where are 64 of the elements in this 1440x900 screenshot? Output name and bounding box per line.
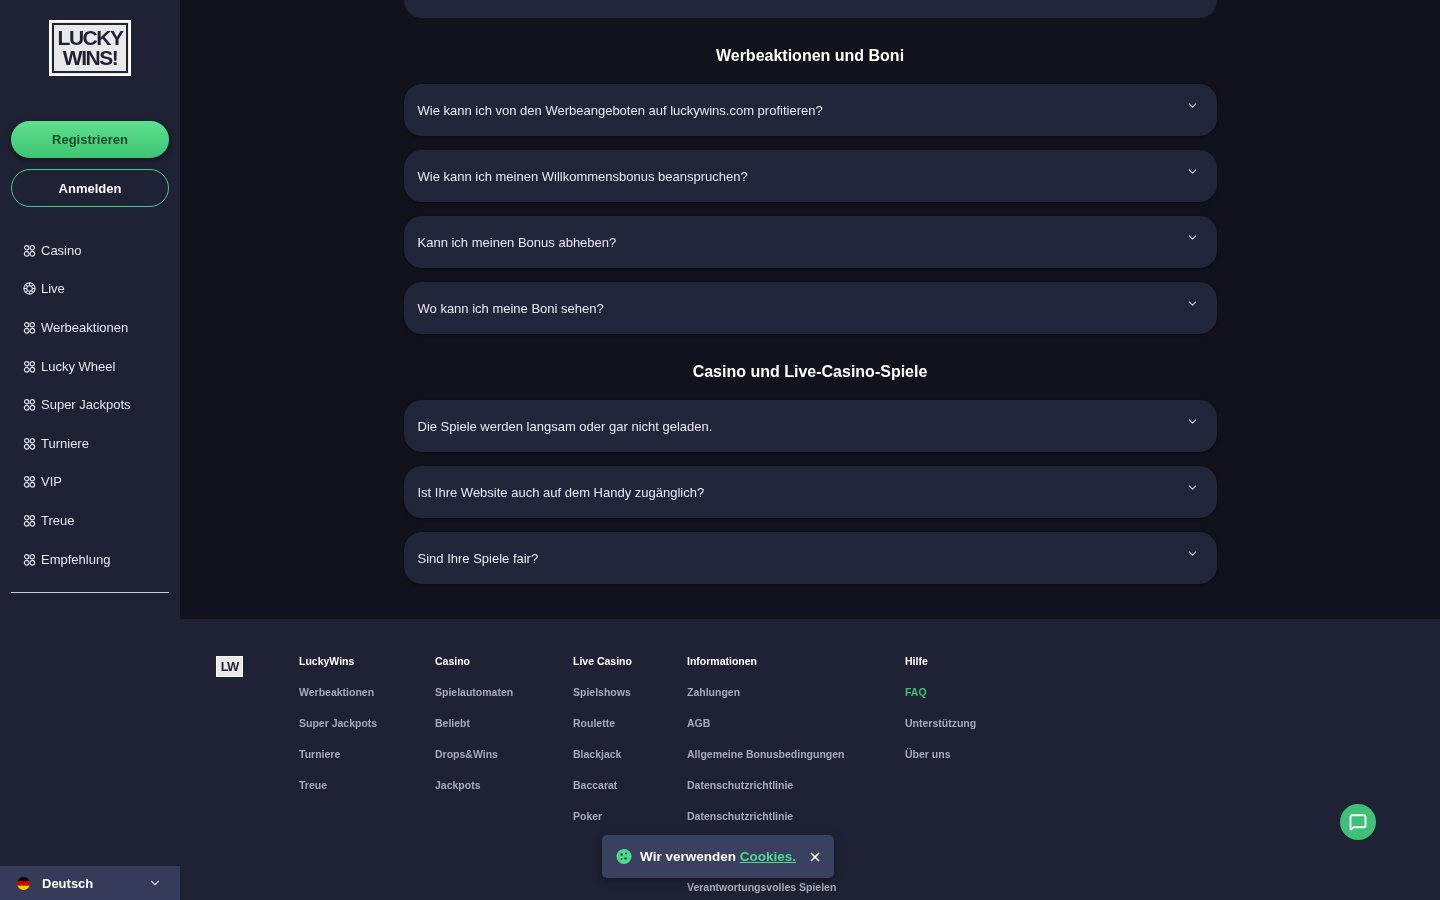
cherry-icon [23, 359, 36, 373]
footer-heading: Live Casino [573, 654, 633, 669]
faq-question[interactable]: Wie kann ich meinen Willkommensbonus beanspruchen? [403, 150, 1217, 202]
faq-question[interactable]: Ist Ihre Website auch auf dem Handy zugänglich? [403, 466, 1217, 518]
nav-item[interactable]: Casino [11, 231, 169, 270]
faq-question[interactable]: Wo kann ich meine Boni sehen? [403, 282, 1217, 334]
nav-item[interactable]: Turniere [11, 423, 169, 463]
faq-question[interactable]: Kann ich meinen Bonus abheben? [403, 216, 1217, 268]
faq-question[interactable]: Die Spiele werden langsam oder gar nicht geladen. [403, 400, 1217, 452]
cherry-icon [23, 475, 36, 489]
language-selector[interactable]: Deutsch [0, 866, 180, 900]
faq-question[interactable]: Wie kann ich von den Werbeangeboten auf luckywins.com profitieren? [403, 84, 1217, 136]
nav-item[interactable]: VIP [11, 462, 169, 502]
nav-item[interactable]: Werbeaktionen [11, 308, 169, 347]
nav-item[interactable]: Treue [11, 501, 169, 540]
footer-link[interactable]: Allgemeine Bonusbedingungen [687, 747, 845, 761]
footer-link[interactable]: Jackpots [435, 778, 481, 792]
cherry-icon [23, 398, 36, 412]
footer-link[interactable]: Datenschutzrichtlinie [687, 778, 794, 792]
register-button[interactable]: Registrieren [11, 121, 169, 158]
footer-link[interactable]: AGB [687, 716, 711, 730]
footer-link[interactable]: FAQ [905, 685, 927, 699]
nav-item[interactable]: Super Jackpots [11, 385, 169, 424]
footer-link[interactable]: Unterstützung [905, 716, 977, 730]
footer-link[interactable]: Treue [299, 778, 327, 792]
chip-icon [23, 282, 36, 296]
footer-link[interactable]: Beliebt [435, 716, 470, 730]
footer-link[interactable]: Datenschutzrichtlinie [687, 809, 794, 823]
cherry-icon [23, 513, 36, 527]
nav-item[interactable]: Empfehlung [11, 539, 169, 579]
cherry-icon [23, 243, 36, 257]
footer-heading: LuckyWins [299, 654, 356, 669]
footer-link[interactable]: Über uns [905, 747, 951, 761]
cherry-icon [23, 552, 36, 566]
footer-link[interactable]: Spielshows [573, 685, 631, 699]
cherry-icon [23, 321, 36, 334]
nav-item[interactable]: Lucky Wheel [11, 346, 169, 386]
footer-link[interactable]: Poker [573, 809, 603, 823]
nav-item[interactable]: Live [11, 269, 169, 309]
footer-link[interactable]: Werbeaktionen [299, 685, 375, 699]
footer-link[interactable]: Turniere [299, 747, 341, 761]
footer-heading: Informationen [687, 654, 758, 669]
footer-logo[interactable]: LW [216, 656, 243, 677]
faq-question[interactable]: Sind Ihre Spiele fair? [403, 532, 1217, 584]
footer-link[interactable]: Spielautomaten [435, 685, 514, 699]
cookie-message: Wir verwenden Cookies. [640, 849, 796, 864]
footer-link[interactable]: Roulette [573, 716, 615, 730]
section-title: Casino und Live-Casino-Spiele [692, 362, 928, 382]
lucky-wins-logo[interactable]: LUCKY WINS! [49, 20, 131, 76]
footer-heading: Hilfe [905, 654, 929, 669]
cherry-icon [23, 436, 36, 450]
section-title: Werbeaktionen und Boni [715, 46, 905, 66]
cookie-icon [616, 848, 633, 865]
chat-button[interactable] [1340, 804, 1376, 840]
cookies-link[interactable]: Cookies. [739, 849, 796, 864]
footer-heading: Casino [435, 654, 471, 669]
flag-icon [17, 876, 30, 890]
footer-link[interactable]: Drops&Wins [435, 747, 498, 761]
footer-link[interactable]: Super Jackpots [299, 716, 378, 730]
footer-link[interactable]: Zahlungen [687, 685, 741, 699]
footer-link[interactable]: Baccarat [573, 778, 618, 792]
chat-icon [1349, 813, 1367, 831]
footer-link[interactable]: Blackjack [573, 747, 622, 761]
footer-link[interactable]: Verantwortungsvolles Spielen [687, 880, 837, 894]
